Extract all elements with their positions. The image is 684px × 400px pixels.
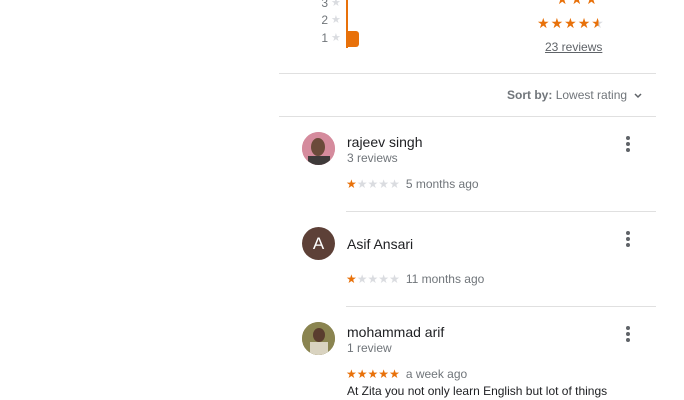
reviewer-review-count: 3 reviews: [347, 151, 398, 165]
more-options-icon[interactable]: [624, 326, 632, 346]
review-rating: ★★★★★ 5 months ago: [346, 177, 479, 191]
divider: [279, 116, 656, 117]
star-icon: ★: [356, 177, 368, 191]
star-icon: ★: [564, 15, 578, 31]
sort-dropdown[interactable]: Sort by: Lowest rating: [507, 88, 642, 102]
avatar[interactable]: [302, 322, 335, 355]
star-icon: ★: [367, 367, 379, 381]
reviewer-name[interactable]: mohammad arif: [347, 324, 444, 340]
star-icon: ★: [356, 367, 368, 381]
avatar[interactable]: A: [302, 227, 335, 260]
divider: [279, 73, 656, 74]
chevron-down-icon: [634, 88, 642, 102]
star-icon: ★: [389, 177, 400, 191]
star-icon: ★: [346, 177, 357, 191]
review-text: At Zita you not only learn English but l…: [347, 384, 608, 398]
star-icon: ★: [331, 14, 341, 26]
star-icon: ★: [378, 272, 390, 286]
star-icon: ★: [389, 272, 400, 286]
reviewer-name[interactable]: Asif Ansari: [347, 236, 413, 252]
star-icon: ★: [367, 272, 379, 286]
avatar[interactable]: [302, 132, 335, 165]
histogram-label-1: 1: [321, 31, 328, 45]
histogram-label-3: 3: [321, 0, 328, 10]
half-star-icon: ★: [591, 15, 605, 31]
star-icon: ★: [378, 177, 390, 191]
star-icon: ★: [346, 272, 357, 286]
summary-top-stars: ★★★: [556, 0, 600, 8]
star-icon: ★: [356, 272, 368, 286]
histogram-bar-1: [347, 31, 359, 47]
more-options-icon[interactable]: [624, 136, 632, 156]
review-rating: ★★★★★ 11 months ago: [346, 272, 484, 286]
review-time: 11 months ago: [405, 272, 485, 286]
review-time: 5 months ago: [405, 177, 479, 191]
star-icon: ★: [346, 367, 357, 381]
star-icon: ★: [331, 0, 341, 9]
sort-label: Sort by:: [507, 88, 553, 102]
review-time: a week ago: [405, 367, 468, 381]
star-icon: ★: [367, 177, 379, 191]
divider: [346, 211, 656, 212]
reviews-count-link[interactable]: 23 reviews: [545, 40, 602, 54]
star-icon: ★: [537, 15, 551, 31]
histogram-label-2: 2: [321, 13, 328, 27]
reviewer-review-count: 1 review: [347, 341, 392, 355]
star-icon: ★: [378, 367, 390, 381]
star-icon: ★: [550, 15, 565, 31]
more-options-icon[interactable]: [624, 231, 632, 251]
divider: [346, 306, 656, 307]
summary-rating-stars: ★★★★★: [537, 15, 605, 32]
star-icon: ★: [331, 32, 341, 44]
star-icon: ★: [389, 367, 400, 381]
star-icon: ★: [577, 15, 592, 31]
sort-value: Lowest rating: [555, 88, 628, 102]
review-rating: ★★★★★ a week ago: [346, 367, 467, 381]
reviewer-name[interactable]: rajeev singh: [347, 134, 423, 150]
